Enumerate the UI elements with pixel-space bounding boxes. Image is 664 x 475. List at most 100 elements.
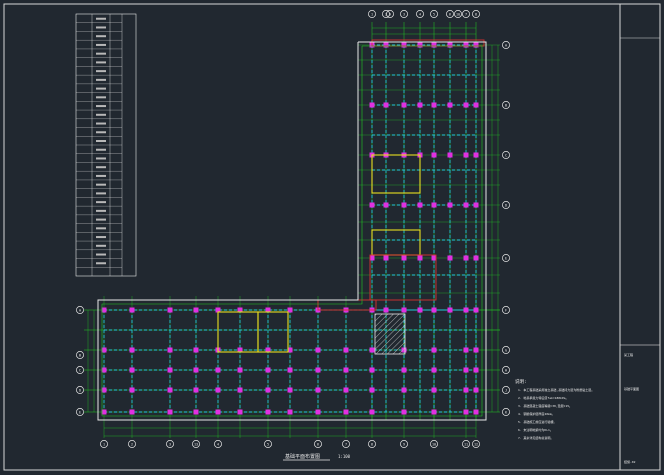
column-footing (431, 102, 437, 108)
column-footing (473, 307, 479, 313)
top-axis-bubble-label: 9 (389, 12, 391, 16)
bottom-axis-bubble-label: 8 (371, 442, 373, 446)
schedule-cell-text (96, 70, 106, 73)
top-axis-bubble-label: 10 (456, 12, 460, 16)
column-footing (193, 307, 199, 313)
column-footing (167, 409, 173, 415)
column-footing (343, 387, 349, 393)
bottom-axis-bubble-label: 12 (474, 442, 478, 446)
column-footing (447, 102, 453, 108)
column-footing (473, 152, 479, 158)
column-footing (401, 409, 407, 415)
column-footing (343, 367, 349, 373)
column-footing (383, 202, 389, 208)
bottom-axis-bubble-label: 9 (403, 442, 405, 446)
schedule-cell-text (96, 236, 106, 239)
wall-outline (371, 154, 421, 194)
column-footing (215, 367, 221, 373)
column-footing (193, 409, 199, 415)
schedule-cell-text (96, 174, 106, 177)
schedule-cell-text (96, 87, 106, 90)
column-footing (369, 367, 375, 373)
pit-hatch (374, 313, 406, 355)
plan-scale: 1:100 (338, 454, 351, 459)
column-footing (237, 387, 243, 393)
top-axis-bubble-label: 3 (403, 12, 405, 16)
top-axis-bubble-label: 8 (475, 12, 477, 16)
column-footing (447, 42, 453, 48)
bottom-axis-bubble-label: 3 (169, 442, 171, 446)
column-footing (431, 152, 437, 158)
title-block-project: 某工程 (624, 352, 633, 357)
schedule-cell-text (96, 253, 106, 256)
schedule-cell-text (96, 35, 106, 38)
column-footing (431, 307, 437, 313)
wall-outline (371, 229, 421, 256)
title-block-drawing-no: 结施-02 (624, 459, 636, 464)
column-footing (473, 387, 479, 393)
column-footing (383, 307, 389, 313)
schedule-cell-text (96, 262, 106, 265)
column-footing (431, 347, 437, 353)
left-axis-bubble-label: E (79, 410, 81, 414)
title-block: 某工程 基础平面图 结施-02 (619, 37, 661, 471)
schedule-cell-text (96, 122, 106, 125)
column-footing (129, 307, 135, 313)
right-axis-bubble-label: K (505, 410, 508, 414)
column-footing (473, 255, 479, 261)
column-footing (265, 409, 271, 415)
schedule-cell-text (96, 26, 106, 29)
column-footing (463, 367, 469, 373)
column-footing (463, 347, 469, 353)
pit-outline (369, 254, 437, 301)
structural-plan-canvas: 1 2 3 4 5 6 7 89 10ABCDEFGHJKABCDE1 2 3 4 5 6 7 8 9 10 11 1… (3, 3, 661, 471)
column-footing (417, 255, 423, 261)
schedule-cell-text (96, 17, 106, 20)
right-axis-bubble-label: D (505, 203, 507, 207)
left-axis-bubble-label: D (79, 388, 81, 392)
right-axis-bubble-label: H (505, 368, 507, 372)
notes-heading: 说明: (515, 378, 527, 385)
schedule-cell-text (96, 52, 106, 55)
column-footing (167, 307, 173, 313)
column-footing (473, 409, 479, 415)
column-footing (463, 152, 469, 158)
column-footing (265, 387, 271, 393)
column-footing (193, 367, 199, 373)
column-footing (401, 387, 407, 393)
column-footing (383, 102, 389, 108)
column-footing (431, 367, 437, 373)
inner-perimeter (101, 45, 483, 417)
right-axis-bubble-label: J (505, 388, 507, 392)
axis-grid (84, 22, 500, 438)
bottom-axis-bubble-label: 2 (131, 442, 133, 446)
column-footing (369, 202, 375, 208)
column-footing (473, 102, 479, 108)
column-footing (401, 102, 407, 108)
column-footing (237, 409, 243, 415)
top-axis-bubble-label: 4 (419, 12, 421, 16)
schedule-cell-text (96, 140, 106, 142)
column-footing (401, 307, 407, 313)
column-footing (463, 387, 469, 393)
schedule-cell-text (96, 218, 106, 221)
schedule-cell-text (96, 201, 106, 204)
schedule-cell-text (96, 113, 106, 116)
plan-title: 基础平面布置图 (285, 453, 320, 460)
column-footing (265, 367, 271, 373)
column-footing (473, 42, 479, 48)
bottom-axis-bubble-label: 4 (217, 442, 219, 446)
notes-item: 1. 本工程基础采用独立基础,基础持力层为粉质粘土层。 (518, 387, 594, 392)
wall-outline (257, 311, 289, 353)
notes-item: 3. 基础混凝土强度等级C30,垫层C15。 (518, 403, 572, 408)
column-footing (447, 307, 453, 313)
column-footing (215, 387, 221, 393)
column-footing (463, 409, 469, 415)
column-footing (315, 367, 321, 373)
column-footing (193, 347, 199, 353)
top-axis-bubble-label: 6 (449, 12, 451, 16)
left-axis-bubble-label: A (79, 308, 81, 312)
column-footing (447, 202, 453, 208)
column-footing (401, 255, 407, 261)
schedule-cell-text (96, 148, 106, 151)
